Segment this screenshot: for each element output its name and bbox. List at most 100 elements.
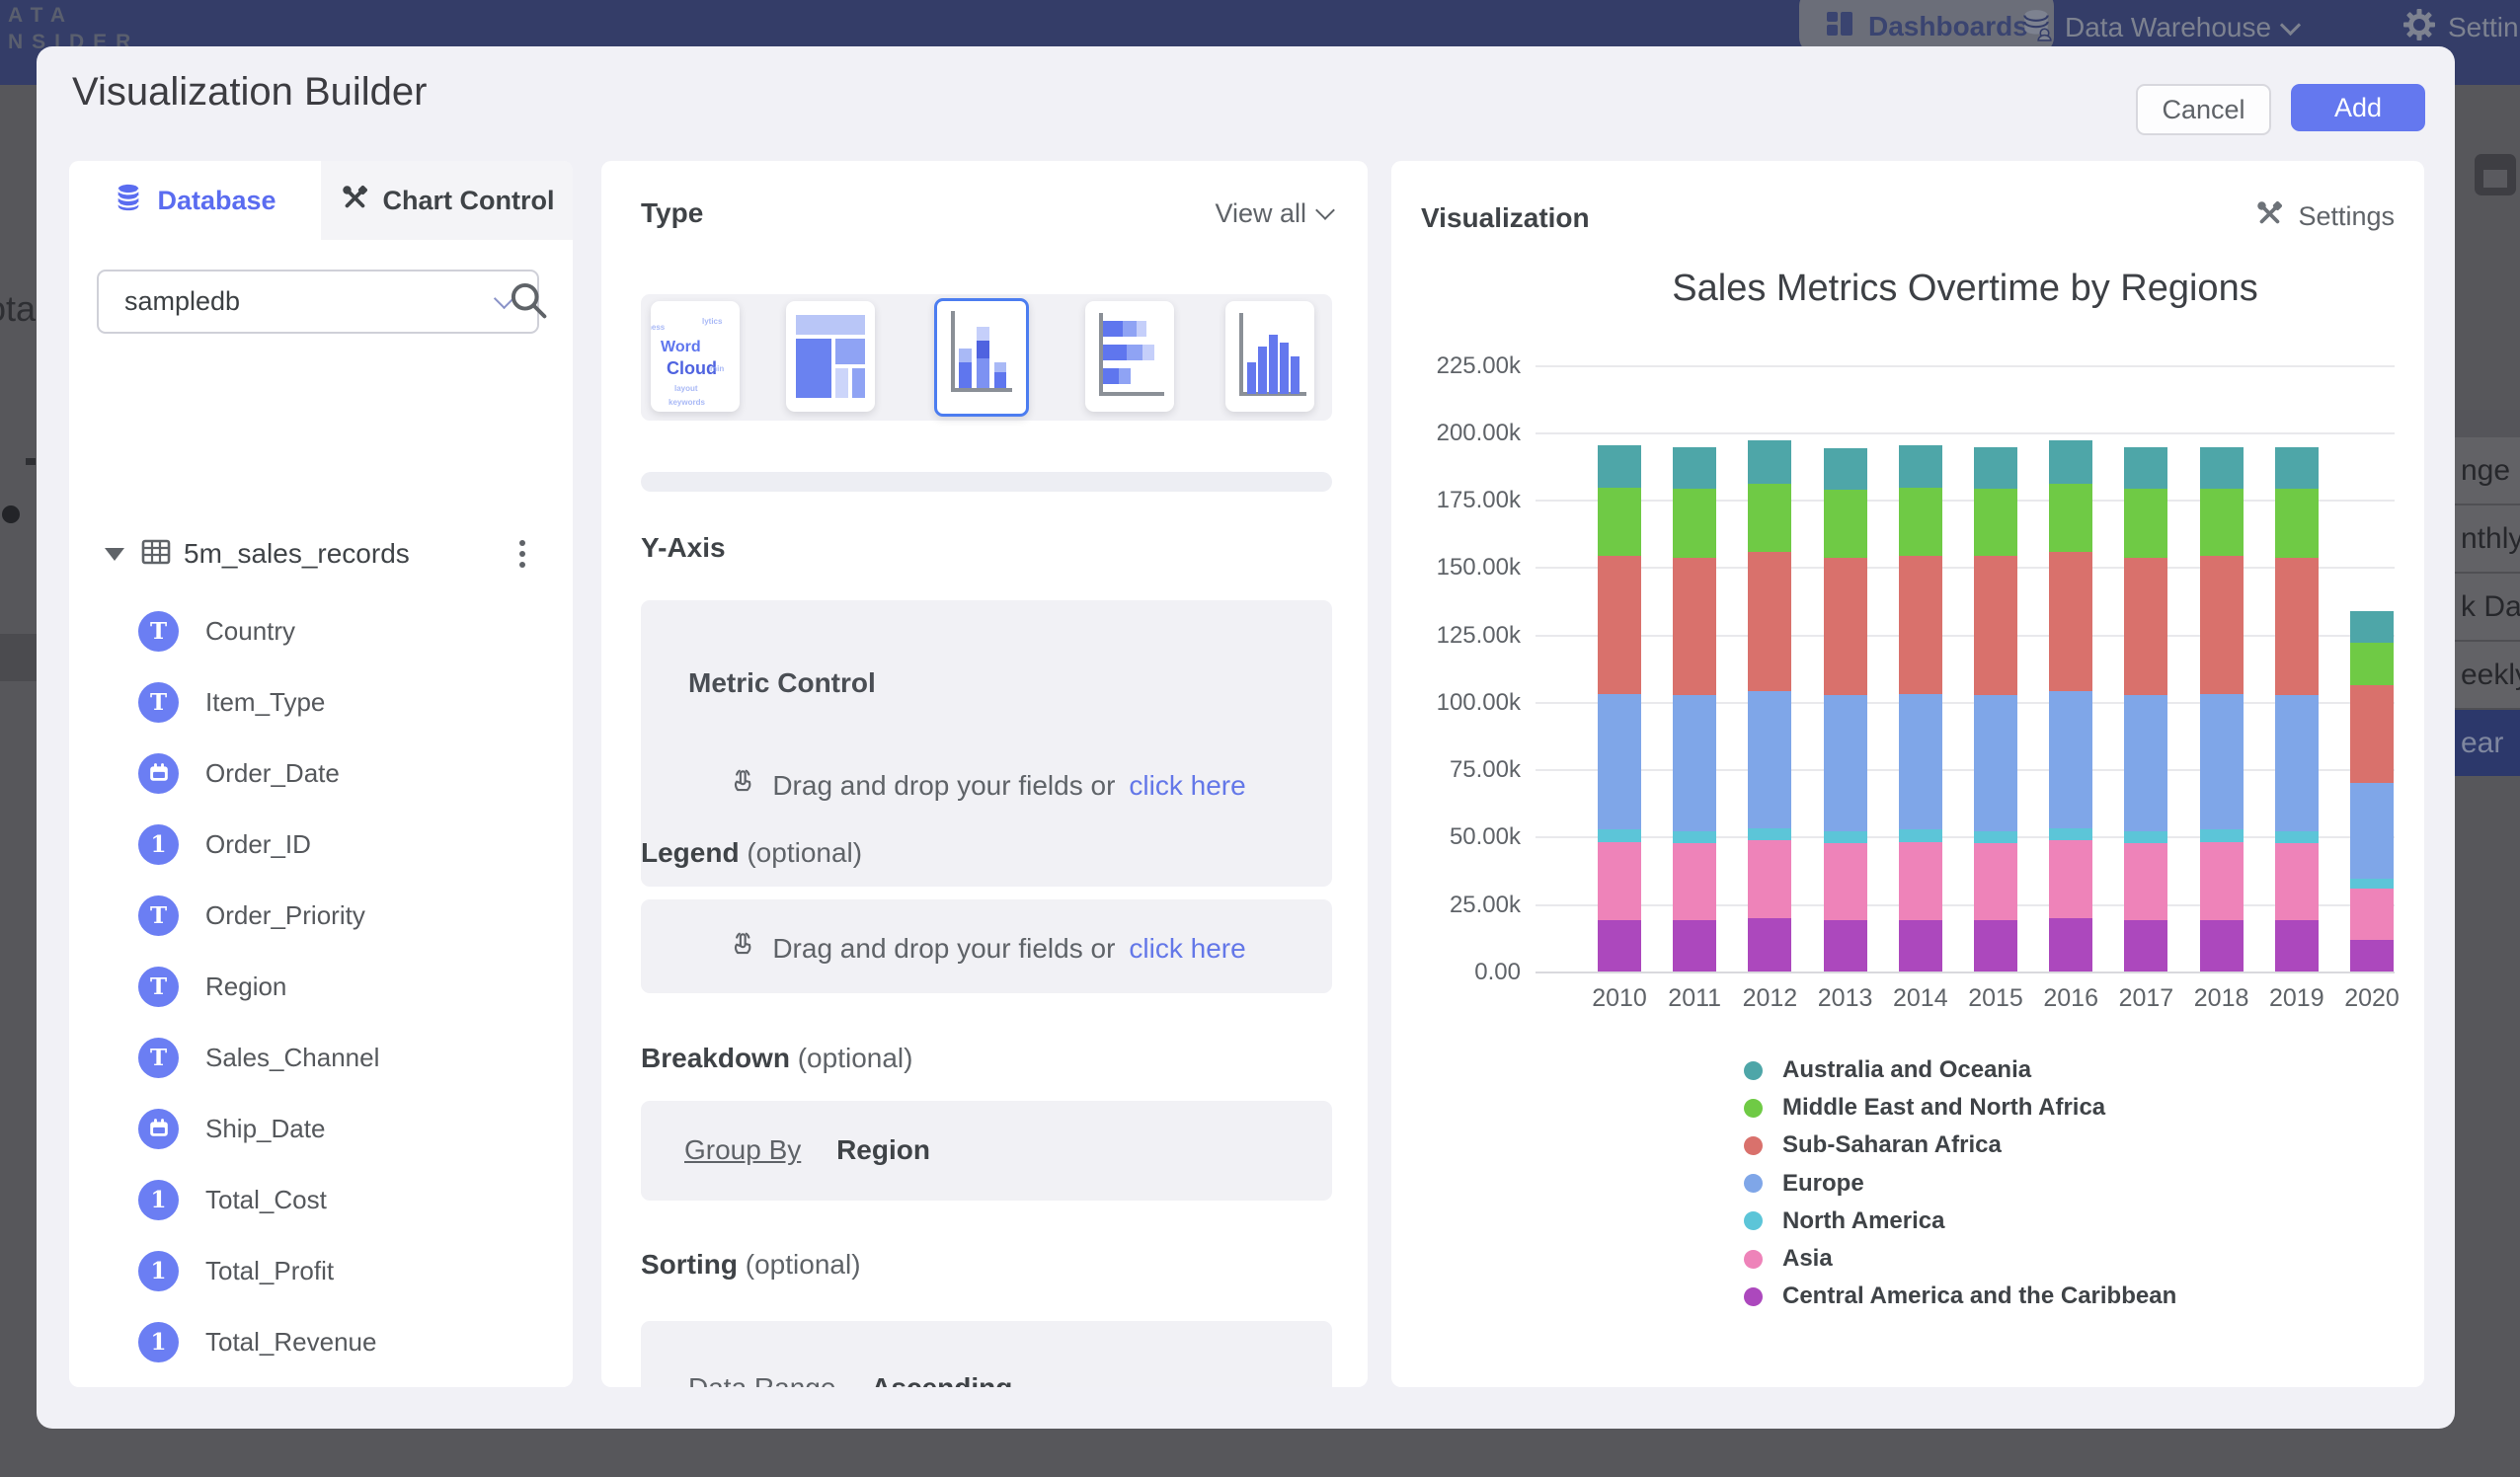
bar-segment <box>1824 448 1867 490</box>
field-row-order_priority[interactable]: TOrder_Priority <box>69 880 573 951</box>
bar-segment <box>1974 556 2017 695</box>
legend-item[interactable]: North America <box>1744 1207 1944 1235</box>
legend-item[interactable]: Europe <box>1744 1170 1864 1198</box>
legend-item[interactable]: Sub-Saharan Africa <box>1744 1131 2002 1159</box>
bar-segment <box>1824 843 1867 920</box>
bar-2018 <box>2200 447 2244 972</box>
chart-type-stacked-bar[interactable] <box>1085 301 1174 412</box>
gridline <box>1536 500 2395 502</box>
bar-segment <box>1824 490 1867 557</box>
field-row-country[interactable]: TCountry <box>69 595 573 666</box>
field-row-sales_channel[interactable]: TSales_Channel <box>69 1022 573 1093</box>
tab-chart-control[interactable]: Chart Control <box>321 161 573 240</box>
background-menu-item[interactable]: ear <box>2455 710 2520 776</box>
horizontal-scrollbar[interactable] <box>641 472 1332 492</box>
chart-type-column[interactable] <box>1225 301 1314 412</box>
metric-control-title: Metric Control <box>688 667 876 699</box>
legend-item[interactable]: Australia and Oceania <box>1744 1056 2031 1084</box>
field-row-order_date[interactable]: Order_Date <box>69 738 573 809</box>
date-type-icon <box>138 753 179 794</box>
settings-button[interactable]: Settings <box>2254 198 2395 235</box>
legend-dropzone[interactable]: Drag and drop your fields or click here <box>641 899 1332 993</box>
background-menu: ngenthlyk Dateeeklyear <box>2455 410 2520 776</box>
bar-segment <box>2124 920 2167 972</box>
y-axis-tick: 75.00k <box>1391 756 1521 784</box>
x-axis-tick: 2013 <box>1808 984 1883 1013</box>
chart-type-treemap[interactable] <box>786 301 875 412</box>
bar-segment <box>1899 920 1942 972</box>
bar-segment <box>1899 842 1942 920</box>
legend-dot-icon <box>1744 1136 1763 1155</box>
nav-item-dashboards[interactable]: Dashboards <box>1799 0 2054 53</box>
bar-segment <box>2275 447 2319 489</box>
bar-segment <box>1598 920 1641 972</box>
bar-segment <box>1598 694 1641 830</box>
click-here-link[interactable]: click here <box>1129 933 1245 965</box>
group-by-value: Region <box>836 1134 930 1165</box>
background-menu-item[interactable]: nthly <box>2455 505 2520 574</box>
background-menu-item[interactable]: nge <box>2455 437 2520 505</box>
chart-type-stacked-column[interactable] <box>934 298 1029 417</box>
kebab-menu-icon[interactable] <box>519 540 525 568</box>
bar-2011 <box>1673 447 1716 972</box>
nav-item-data-warehouse[interactable]: Data Warehouse <box>2019 4 2298 51</box>
background-menu-item[interactable]: eekly <box>2455 642 2520 710</box>
bar-segment <box>2350 940 2394 971</box>
legend-dot-icon <box>1744 1099 1763 1118</box>
add-button[interactable]: Add <box>2291 84 2425 131</box>
y-axis-tick: 175.00k <box>1391 487 1521 514</box>
field-row-total_profit[interactable]: 1Total_Profit <box>69 1235 573 1306</box>
sorting-box[interactable]: Data Range Ascending <box>641 1321 1332 1387</box>
bar-segment <box>2049 918 2092 971</box>
background-mark <box>26 458 36 465</box>
bar-segment <box>1899 829 1942 841</box>
field-label: Item_Type <box>205 687 325 718</box>
bar-segment <box>1974 831 2017 843</box>
bar-segment <box>2275 920 2319 972</box>
bar-segment <box>1824 831 1867 843</box>
field-row-item_type[interactable]: TItem_Type <box>69 666 573 738</box>
bar-segment <box>1899 445 1942 487</box>
field-label: Total_Cost <box>205 1185 327 1215</box>
field-row-total_cost[interactable]: 1Total_Cost <box>69 1164 573 1235</box>
x-axis-tick: 2019 <box>2259 984 2334 1013</box>
legend-item[interactable]: Middle East and North Africa <box>1744 1094 2105 1122</box>
bar-segment <box>2275 831 2319 843</box>
breakdown-box[interactable]: Group By Region <box>641 1101 1332 1201</box>
bar-segment <box>1824 695 1867 831</box>
modal-title: Visualization Builder <box>72 70 427 115</box>
cancel-button[interactable]: Cancel <box>2136 84 2271 135</box>
background-menu-item[interactable]: k Date <box>2455 574 2520 642</box>
bar-segment <box>1598 829 1641 841</box>
save-icon[interactable] <box>2475 154 2516 195</box>
search-icon[interactable] <box>508 279 549 321</box>
group-by-link[interactable]: Group By <box>684 1134 801 1165</box>
database-select[interactable]: sampledb <box>97 270 539 334</box>
bar-segment <box>1748 840 1791 918</box>
legend-item[interactable]: Central America and the Caribbean <box>1744 1283 2176 1310</box>
nav-item-settings[interactable]: Settin <box>2402 4 2519 51</box>
bar-segment <box>2350 643 2394 686</box>
field-label: Total_Revenue <box>205 1327 376 1358</box>
field-label: Order_Date <box>205 758 340 789</box>
field-row-total_revenue[interactable]: 1Total_Revenue <box>69 1306 573 1377</box>
click-here-link[interactable]: click here <box>1129 770 1245 802</box>
field-row-region[interactable]: TRegion <box>69 951 573 1022</box>
table-row-5m-sales-records[interactable]: 5m_sales_records <box>69 528 573 580</box>
bar-segment <box>1598 488 1641 557</box>
x-axis-tick: 2014 <box>1883 984 1958 1013</box>
chevron-down-icon <box>1315 200 1335 220</box>
bar-2014 <box>1899 445 1942 971</box>
field-row-order_id[interactable]: 1Order_ID <box>69 809 573 880</box>
chart-type-word-cloud[interactable]: ness lytics Word Cloud layout min keywor… <box>651 301 740 412</box>
gridline <box>1536 769 2395 771</box>
tab-database[interactable]: Database <box>69 161 321 240</box>
data-range-link[interactable]: Data Range <box>688 1372 835 1387</box>
y-axis-tick: 25.00k <box>1391 892 1521 919</box>
legend-item[interactable]: Asia <box>1744 1245 1833 1273</box>
view-all-dropdown[interactable]: View all <box>1215 198 1332 229</box>
field-row-ship_date[interactable]: Ship_Date <box>69 1093 573 1164</box>
field-row-unit_cost[interactable]: 1Unit_Cost <box>69 1377 573 1387</box>
y-axis-tick: 200.00k <box>1391 420 1521 447</box>
bar-segment <box>2200 842 2244 920</box>
